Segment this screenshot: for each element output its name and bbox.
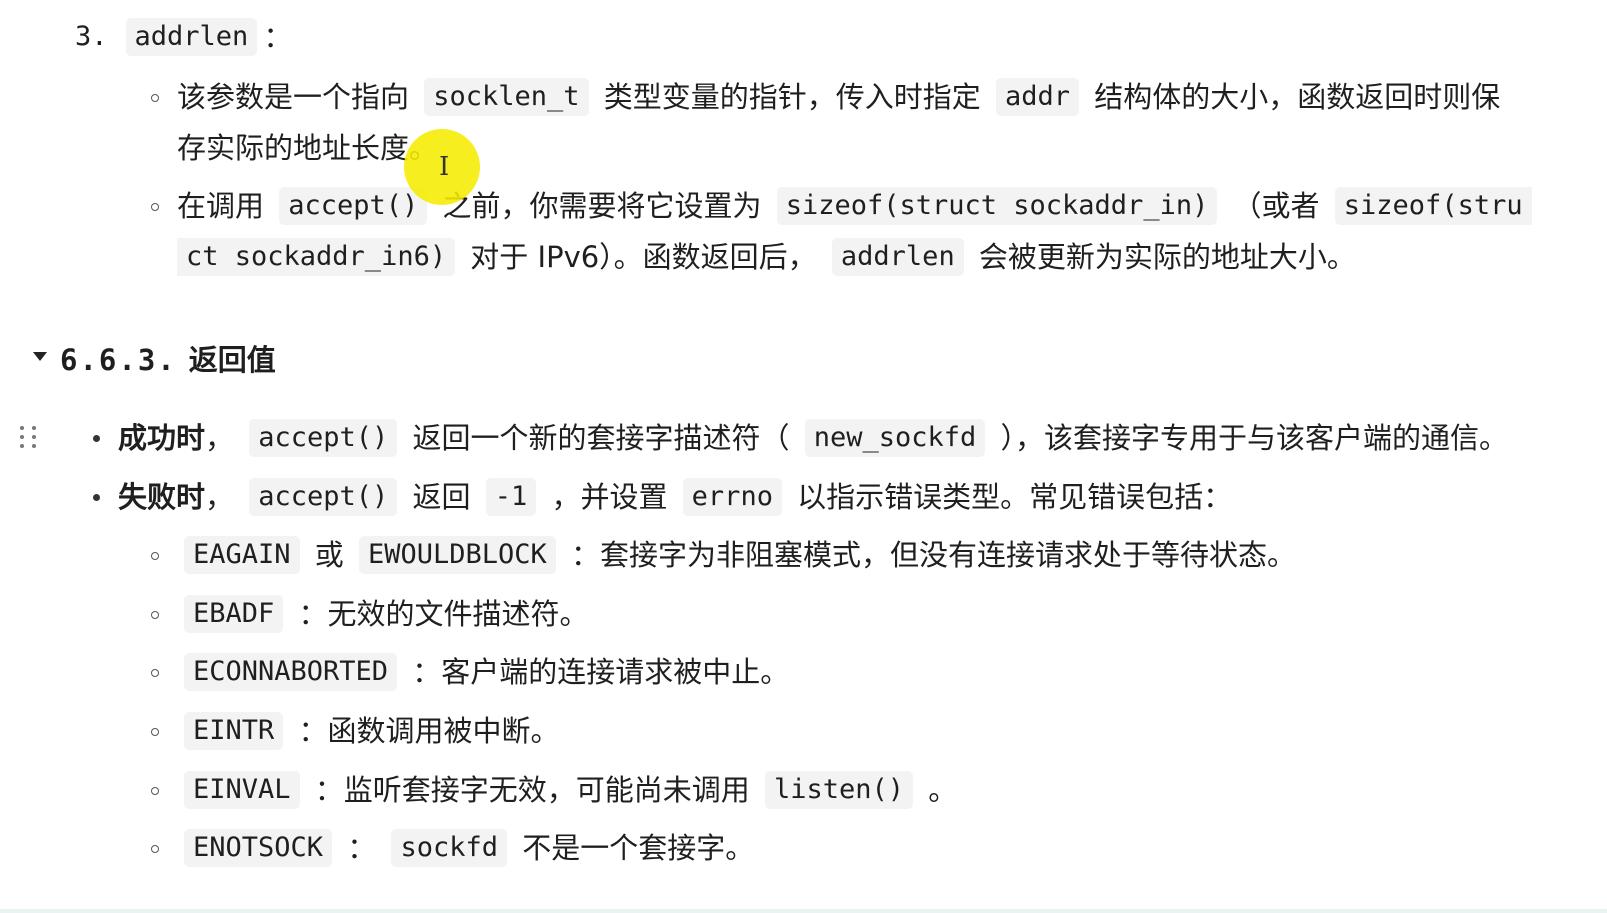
bullet-hollow	[151, 669, 159, 677]
inline-code: EINTR	[184, 712, 284, 750]
error-item: ENOTSOCK ： sockfd 不是一个套接字。	[184, 828, 754, 868]
text-run: ：客户端的连接请求被中止。	[403, 655, 790, 689]
drag-handle-icon[interactable]	[20, 426, 38, 448]
inline-code: addrlen	[831, 238, 964, 276]
text-run: ，并设置	[542, 480, 677, 514]
text-run: 以指示错误类型。常见错误包括：	[787, 480, 1233, 514]
success-line: 成功时， accept() 返回一个新的套接字描述符（ new_sockfd ）…	[118, 418, 1508, 458]
inline-code: sizeof(stru	[1334, 187, 1532, 225]
inline-code: sockfd	[391, 829, 508, 867]
colon: ：	[263, 20, 293, 54]
text-run: ：无效的文件描述符。	[289, 597, 589, 631]
text-run: 会被更新为实际的地址大小。	[969, 240, 1356, 274]
text-run: ：函数调用被中断。	[289, 714, 560, 748]
paragraph-line: ct sockaddr_in6) 对于 IPv6）。函数返回后， addrlen…	[177, 237, 1356, 277]
paragraph-line: 该参数是一个指向 socklen_t 类型变量的指针，传入时指定 addr 结构…	[177, 77, 1500, 117]
error-item: EINTR ：函数调用被中断。	[184, 711, 560, 751]
bullet-solid	[93, 435, 100, 442]
inline-code: accept()	[249, 419, 398, 457]
inline-code: EAGAIN	[184, 536, 300, 574]
text-run: ：监听套接字无效，可能尚未调用	[305, 773, 759, 807]
inline-code: errno	[682, 478, 782, 516]
bold-label: 失败时	[118, 480, 206, 514]
failure-line: 失败时， accept() 返回 -1 ，并设置 errno 以指示错误类型。常…	[118, 477, 1232, 517]
bullet-hollow	[151, 728, 159, 736]
bold-label: 成功时	[118, 421, 206, 455]
bullet-hollow	[151, 94, 159, 102]
text-run: ：	[338, 831, 386, 865]
text-run: 对于 IPv6）。函数返回后，	[461, 240, 826, 274]
text-run: 不是一个套接字。	[513, 831, 755, 865]
text-run: ，	[205, 421, 244, 455]
bullet-hollow	[151, 787, 159, 795]
inline-code: accept()	[249, 478, 398, 516]
inline-code: new_sockfd	[804, 419, 986, 457]
text-run: 存实际的地址长度。	[177, 131, 439, 165]
text-run: 在调用	[177, 189, 274, 223]
bullet-hollow	[151, 203, 159, 211]
bullet-hollow	[151, 552, 159, 560]
inline-code: addrlen	[125, 18, 258, 56]
error-item: EBADF ：无效的文件描述符。	[184, 594, 589, 634]
inline-code: accept()	[279, 187, 428, 225]
text-run: 类型变量的指针，传入时指定	[594, 80, 990, 114]
text-run: ），该套接字专用于与该客户端的通信。	[991, 421, 1509, 455]
text-run: 返回一个新的套接字描述符（	[403, 421, 799, 455]
inline-code: EINVAL	[184, 771, 300, 809]
bullet-hollow	[151, 611, 159, 619]
inline-code: ECONNABORTED	[184, 653, 398, 691]
text-run: 或	[305, 538, 353, 572]
text-run: 之前，你需要将它设置为	[433, 189, 771, 223]
text-cursor-icon: I	[439, 152, 450, 182]
caret-down-icon[interactable]	[33, 352, 47, 361]
error-item: EAGAIN 或 EWOULDBLOCK ：套接字为非阻塞模式，但没有连接请求处…	[184, 535, 1296, 575]
paragraph-line: 在调用 accept() 之前，你需要将它设置为 sizeof(struct s…	[177, 186, 1532, 226]
bullet-hollow	[151, 845, 159, 853]
bottom-strip	[0, 909, 1607, 913]
text-run: （或者	[1223, 189, 1329, 223]
inline-code: sizeof(struct sockaddr_in)	[776, 187, 1218, 225]
paragraph-line: 存实际的地址长度。	[177, 128, 438, 168]
section-heading: 6.6.3. 返回值	[60, 340, 276, 380]
error-item: EINVAL ：监听套接字无效，可能尚未调用 listen() 。	[184, 770, 957, 810]
inline-code: -1	[485, 478, 537, 516]
section-number: 6.6.3.	[60, 343, 177, 377]
bullet-solid	[93, 494, 100, 501]
inline-code: EWOULDBLOCK	[358, 536, 556, 574]
inline-code: ct sockaddr_in6)	[177, 238, 456, 276]
error-item: ECONNABORTED ：客户端的连接请求被中止。	[184, 652, 789, 692]
inline-code: addr	[995, 78, 1079, 116]
text-run: ，	[205, 480, 244, 514]
inline-code: ENOTSOCK	[184, 829, 333, 867]
list-item-3-header: 3. addrlen ：	[75, 17, 292, 57]
text-run: ：套接字为非阻塞模式，但没有连接请求处于等待状态。	[561, 538, 1297, 572]
inline-code: listen()	[764, 771, 914, 809]
text-run: 返回	[403, 480, 480, 514]
text-run: 。	[919, 773, 958, 807]
text-run: 该参数是一个指向	[177, 80, 419, 114]
inline-code: EBADF	[184, 595, 284, 633]
inline-code: socklen_t	[424, 78, 589, 116]
text-run: 结构体的大小，函数返回时则保	[1085, 80, 1501, 114]
section-title: 返回值	[188, 343, 276, 377]
list-number: 3.	[75, 21, 108, 52]
